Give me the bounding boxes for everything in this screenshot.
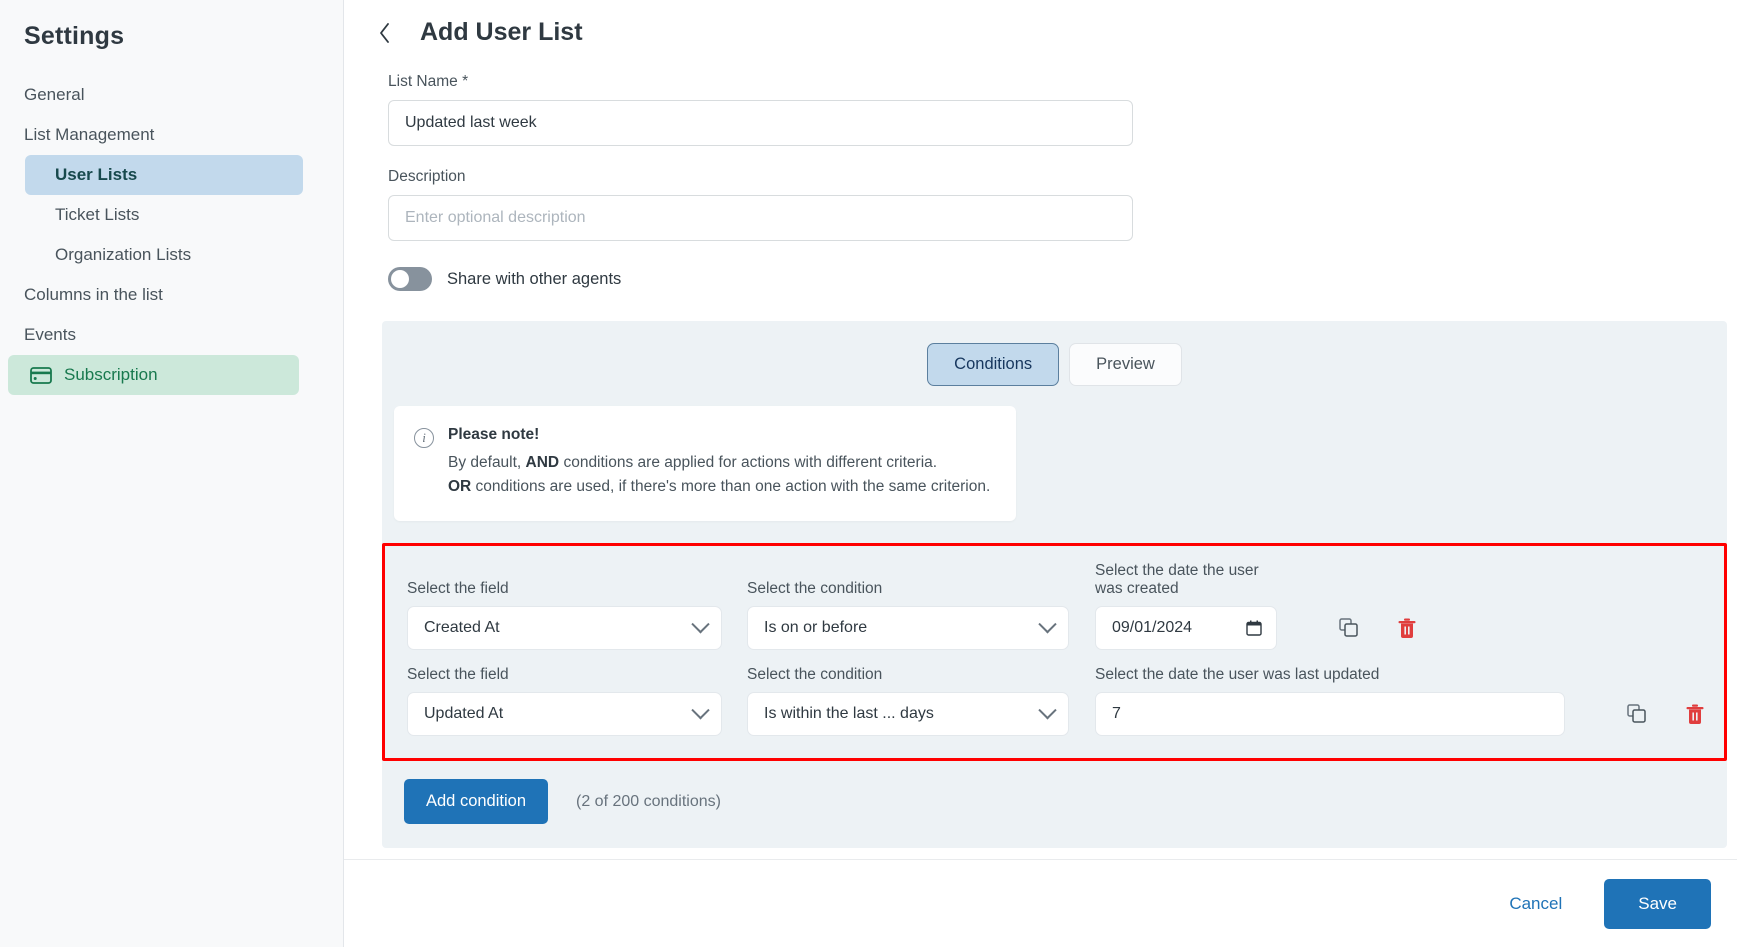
field-select[interactable]: Created At <box>407 606 722 651</box>
note-line-and: By default, AND conditions are applied f… <box>448 451 990 475</box>
sidebar-item-general[interactable]: General <box>0 75 343 115</box>
copy-icon[interactable] <box>1627 704 1649 726</box>
condition-value-column: Select the date the user was last update… <box>1095 666 1565 737</box>
days-number-value: 7 <box>1112 705 1121 723</box>
condition-select-value: Is on or before <box>764 619 868 637</box>
condition-count-text: (2 of 200 conditions) <box>576 792 721 810</box>
sidebar-item-organization-lists[interactable]: Organization Lists <box>0 235 343 275</box>
days-number-input[interactable]: 7 <box>1095 692 1565 737</box>
sidebar-title: Settings <box>24 22 125 50</box>
sidebar-item-label: Subscription <box>64 365 158 384</box>
condition-row: Select the field Created At Select the c… <box>385 562 1724 651</box>
date-input-value: 09/01/2024 <box>1112 619 1193 637</box>
sidebar-item-user-lists[interactable]: User Lists <box>25 155 303 195</box>
field-label: Select the field <box>407 666 509 684</box>
date-input[interactable]: 09/01/2024 <box>1095 606 1277 651</box>
row-action-buttons <box>1627 704 1707 736</box>
note-line2-post: conditions are used, if there's more tha… <box>471 478 991 496</box>
form-footer: Cancel Save <box>344 859 1737 947</box>
row-action-buttons <box>1339 618 1419 650</box>
chevron-down-icon <box>691 614 710 633</box>
trash-icon[interactable] <box>1397 618 1419 640</box>
app-root: Settings General List Management User Li… <box>0 0 1737 947</box>
note-line-or: OR conditions are used, if there's more … <box>448 475 990 499</box>
add-condition-button[interactable]: Add condition <box>404 779 548 825</box>
condition-operator-column: Select the condition Is on or before <box>747 580 1069 651</box>
tab-conditions[interactable]: Conditions <box>927 343 1060 386</box>
cancel-button[interactable]: Cancel <box>1503 893 1568 915</box>
main-scroll-area: Add User List List Name * Description Sh… <box>344 0 1737 870</box>
condition-label: Select the condition <box>747 580 883 598</box>
credit-card-icon <box>30 366 52 384</box>
add-condition-row: Add condition (2 of 200 conditions) <box>382 761 1727 838</box>
description-input[interactable] <box>388 195 1133 241</box>
page-title: Add User List <box>420 18 583 46</box>
chevron-left-icon[interactable] <box>372 20 398 46</box>
toggle-knob <box>391 270 409 288</box>
condition-value-column: Select the date the user was created 09/… <box>1095 562 1277 651</box>
trash-icon[interactable] <box>1685 704 1707 726</box>
note-line2-bold: OR <box>448 478 472 496</box>
condition-label: Select the condition <box>747 666 883 684</box>
calendar-icon[interactable] <box>1246 620 1262 636</box>
note-body: Please note! By default, AND conditions … <box>448 426 990 499</box>
save-button[interactable]: Save <box>1604 878 1711 929</box>
list-form: List Name * Description Share with other… <box>344 47 1737 291</box>
field-select-value: Created At <box>424 619 500 637</box>
share-toggle-row: Share with other agents <box>388 267 1737 291</box>
conditions-highlight-region: Select the field Created At Select the c… <box>382 543 1727 762</box>
conditions-panel: Conditions Preview i Please note! By def… <box>382 321 1727 849</box>
please-note-box: i Please note! By default, AND condition… <box>394 406 1016 522</box>
sidebar-item-list-management[interactable]: List Management <box>0 115 343 155</box>
chevron-down-icon <box>691 700 710 719</box>
info-icon: i <box>414 428 434 448</box>
copy-icon[interactable] <box>1339 618 1361 640</box>
field-label: Select the field <box>407 580 509 598</box>
note-line1-pre: By default, <box>448 454 526 471</box>
tab-preview[interactable]: Preview <box>1069 343 1182 386</box>
chevron-down-icon <box>1038 614 1057 633</box>
condition-select[interactable]: Is within the last ... days <box>747 692 1069 737</box>
field-select-value: Updated At <box>424 705 504 723</box>
field-select[interactable]: Updated At <box>407 692 722 737</box>
share-toggle-label: Share with other agents <box>447 269 622 288</box>
condition-select[interactable]: Is on or before <box>747 606 1069 651</box>
value-label: Select the date the user was last update… <box>1095 666 1380 684</box>
condition-field-column: Select the field Created At <box>407 580 722 651</box>
list-name-label: List Name * <box>388 73 469 90</box>
list-name-input[interactable] <box>388 100 1133 146</box>
description-label: Description <box>388 168 466 185</box>
note-line1-bold: AND <box>525 454 560 471</box>
sidebar-item-subscription[interactable]: Subscription <box>8 355 299 395</box>
sidebar-item-events[interactable]: Events <box>0 315 343 355</box>
chevron-down-icon <box>1038 700 1057 719</box>
note-line1-post: conditions are applied for actions with … <box>559 454 938 471</box>
value-label: Select the date the user was created <box>1095 562 1259 598</box>
condition-row: Select the field Updated At Select the c… <box>385 666 1724 737</box>
note-title: Please note! <box>448 426 540 443</box>
condition-select-value: Is within the last ... days <box>764 705 934 723</box>
condition-operator-column: Select the condition Is within the last … <box>747 666 1069 737</box>
main-content: Add User List List Name * Description Sh… <box>344 0 1737 947</box>
sidebar-item-columns-in-the-list[interactable]: Columns in the list <box>0 275 343 315</box>
share-with-agents-toggle[interactable] <box>388 267 432 291</box>
condition-field-column: Select the field Updated At <box>407 666 722 737</box>
panel-tabs: Conditions Preview <box>382 321 1727 406</box>
page-header: Add User List <box>344 0 1737 47</box>
sidebar-item-ticket-lists[interactable]: Ticket Lists <box>0 195 343 235</box>
settings-sidebar: Settings General List Management User Li… <box>0 0 344 947</box>
